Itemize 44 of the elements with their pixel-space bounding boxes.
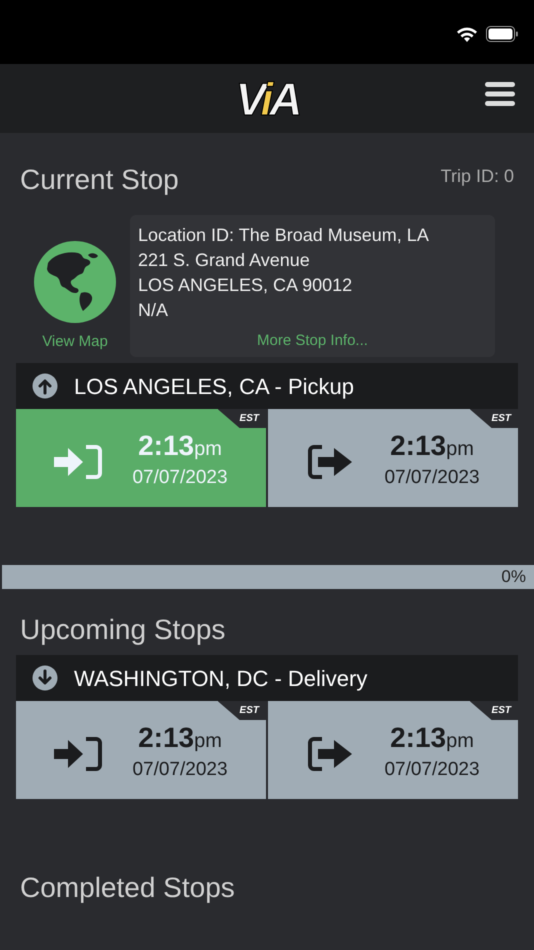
progress-text: 0% xyxy=(501,566,526,588)
time-text: 2:13 xyxy=(138,432,194,460)
am-pm-text: pm xyxy=(194,436,222,462)
logo: ViA xyxy=(236,76,298,122)
info-line: Location ID: The Broad Museum, LA xyxy=(138,224,430,247)
section-title: Current Stop xyxy=(20,163,179,197)
menu-icon[interactable] xyxy=(485,82,515,106)
stop-title: LOS ANGELES, CA - Pickup xyxy=(74,372,354,401)
arrow-down-icon xyxy=(32,665,58,691)
section-title: Completed Stops xyxy=(19,871,236,905)
timezone-label: EST xyxy=(470,409,518,428)
time-tile[interactable]: EST 2:13pm 07/07/2023 xyxy=(16,701,266,799)
more-info-link[interactable]: More Stop Info... xyxy=(138,328,487,353)
date-text: 07/07/2023 xyxy=(132,758,228,782)
timezone-label: EST xyxy=(470,701,518,720)
date-text: 07/07/2023 xyxy=(384,466,480,490)
sign-out-icon xyxy=(306,735,354,773)
sign-out-icon xyxy=(306,443,354,481)
sign-in-icon xyxy=(54,443,102,481)
timezone-label: EST xyxy=(218,409,266,428)
time-tile[interactable]: EST 2:13pm 07/07/2023 xyxy=(16,409,266,507)
view-map-link[interactable]: View Map xyxy=(42,330,108,353)
am-pm-text: pm xyxy=(194,728,222,754)
info-line: N/A xyxy=(138,299,170,322)
am-pm-text: pm xyxy=(446,436,474,462)
section-title: Upcoming Stops xyxy=(19,613,226,647)
wifi-icon xyxy=(456,26,478,42)
timezone-label: EST xyxy=(218,701,266,720)
info-line: LOS ANGELES, CA 90012 xyxy=(138,274,354,297)
date-text: 07/07/2023 xyxy=(384,758,480,782)
time-text: 2:13 xyxy=(390,724,446,752)
globe-icon xyxy=(34,240,116,322)
trip-id: Trip ID: 0 xyxy=(440,165,514,188)
am-pm-text: pm xyxy=(446,728,474,754)
time-text: 2:13 xyxy=(390,432,446,460)
date-text: 07/07/2023 xyxy=(132,466,228,490)
arrow-up-icon xyxy=(32,373,58,399)
time-text: 2:13 xyxy=(138,724,194,752)
time-tile[interactable]: EST 2:13pm 07/07/2023 xyxy=(268,701,518,799)
battery-icon xyxy=(486,26,518,42)
info-line: 221 S. Grand Avenue xyxy=(138,249,311,272)
stop-title: WASHINGTON, DC - Delivery xyxy=(74,664,368,693)
sign-in-icon xyxy=(54,735,102,773)
time-tile[interactable]: EST 2:13pm 07/07/2023 xyxy=(268,409,518,507)
